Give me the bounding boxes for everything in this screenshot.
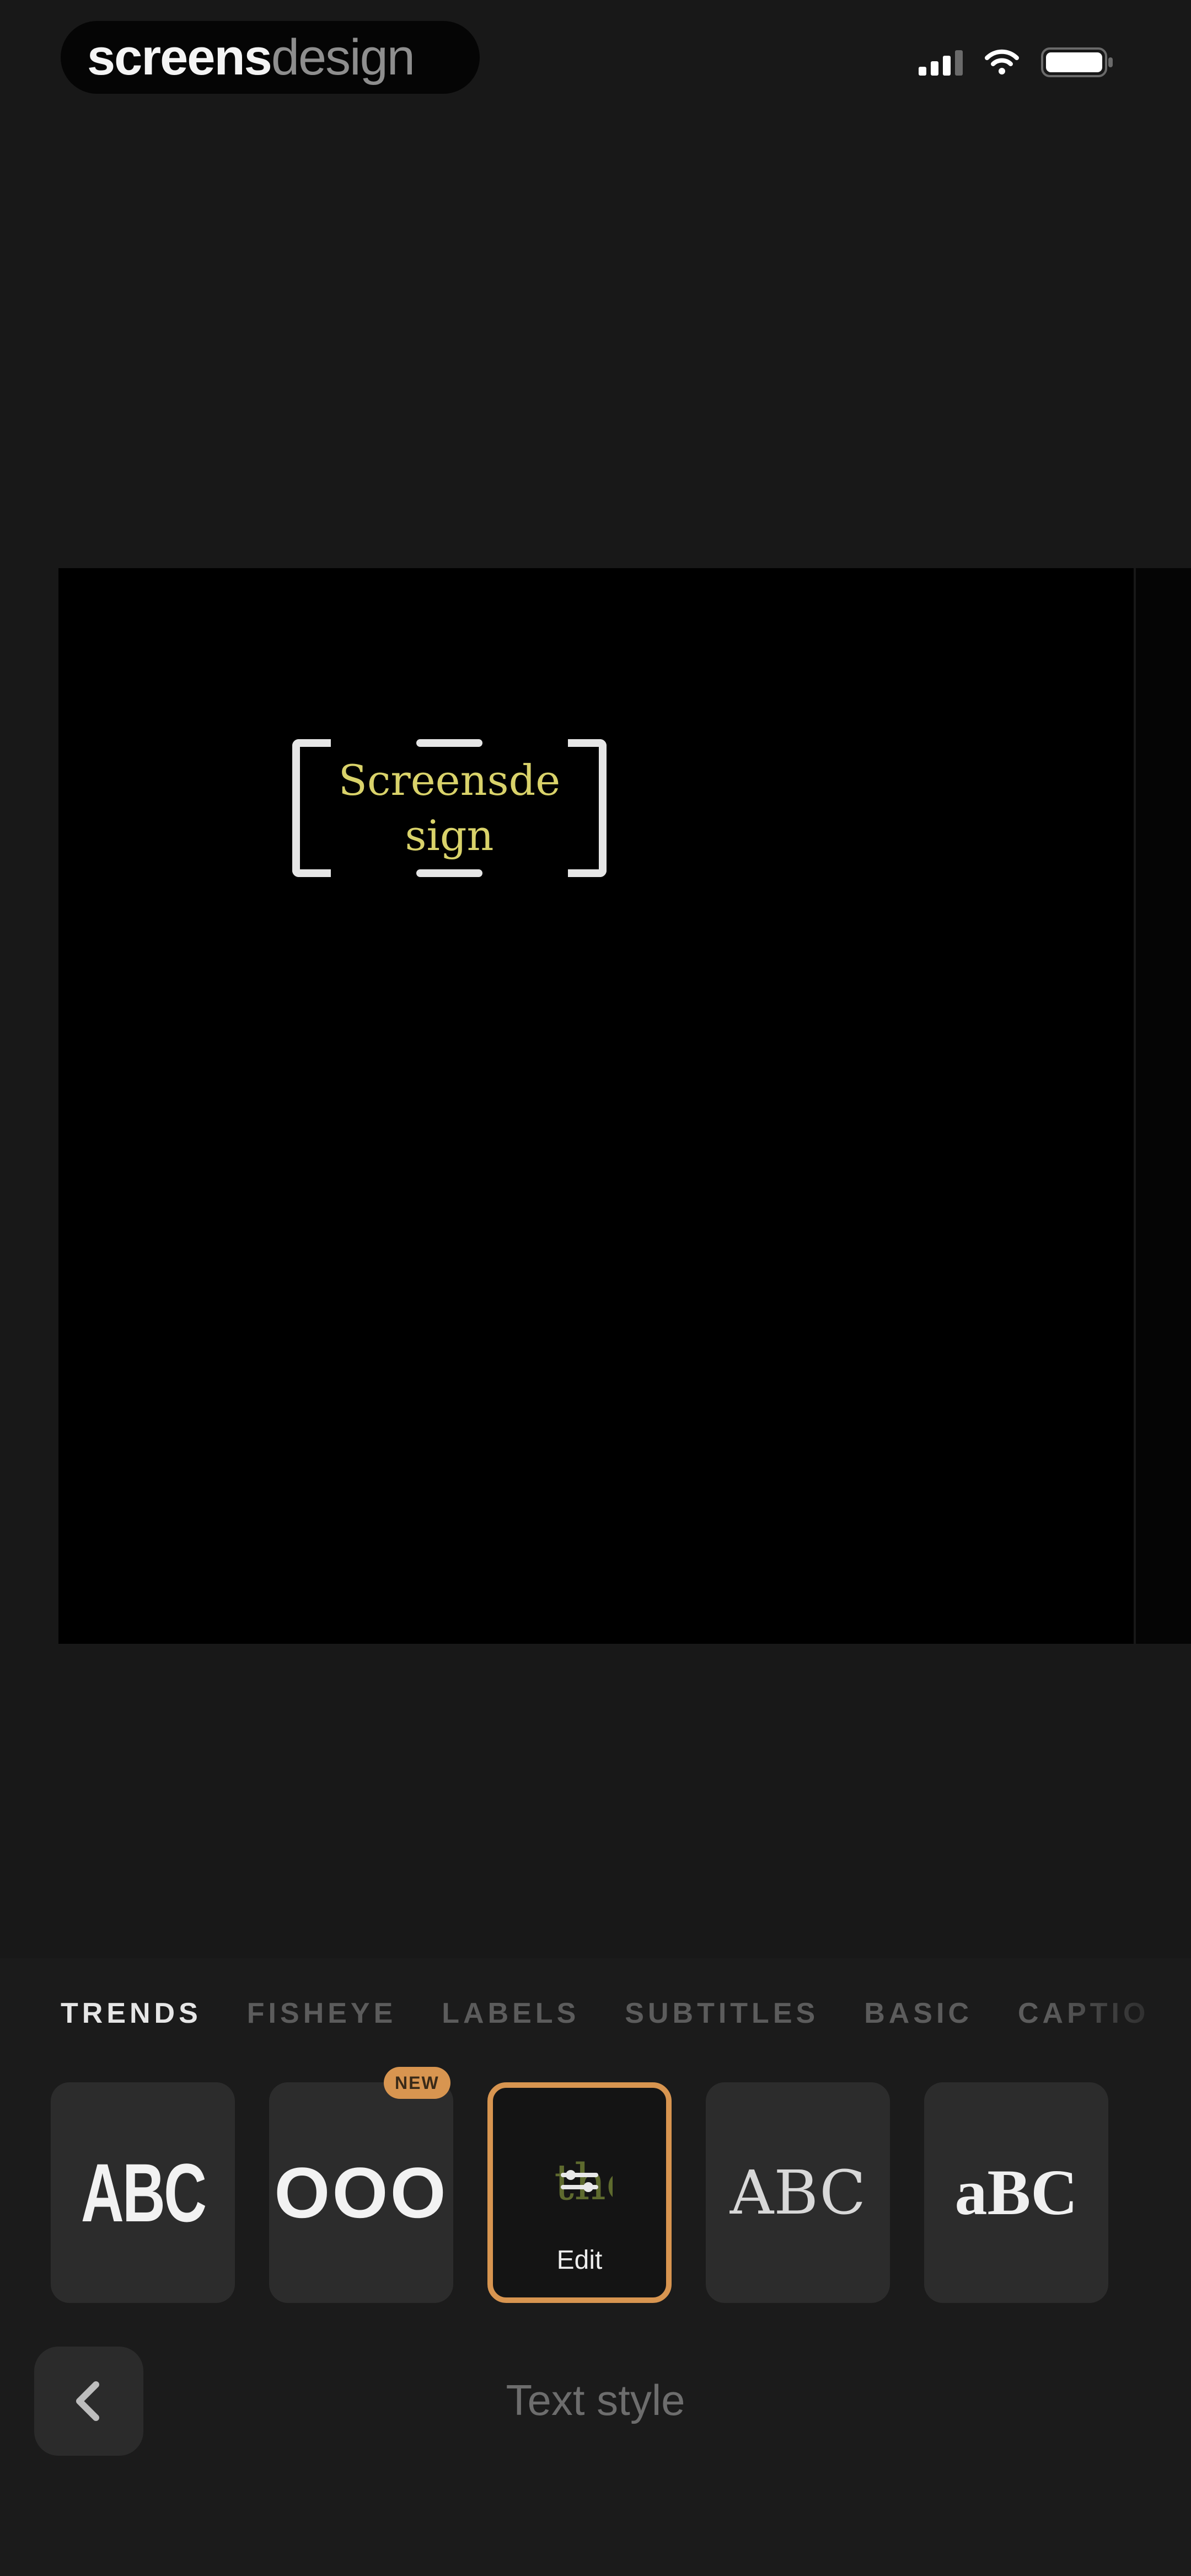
style-card-condensed[interactable]: ABC: [51, 2082, 235, 2303]
video-canvas[interactable]: [58, 568, 1134, 1644]
resize-handle-bottom[interactable]: [416, 869, 482, 877]
style-preview-label: OOO: [274, 2152, 448, 2233]
style-preview-label: ABC: [729, 2157, 866, 2228]
brand-secondary: design: [271, 29, 415, 85]
screen-title: Text style: [506, 2376, 685, 2424]
selection-bracket-right[interactable]: [568, 739, 607, 877]
resize-handle-top[interactable]: [416, 739, 482, 747]
style-card-circles[interactable]: NEW OOO: [269, 2067, 453, 2303]
svg-text:the: the: [554, 2153, 613, 2211]
status-bar: screens design: [0, 0, 1191, 121]
style-preview-label: aBC: [954, 2156, 1078, 2228]
brand-primary: screens: [87, 29, 272, 85]
caption-text-box[interactable]: Screensdesign: [292, 739, 607, 877]
text-style-options: ABC NEW OOO the Edit ABC aBC: [51, 2067, 1108, 2303]
brand-watermark: screens design: [61, 21, 480, 94]
style-category-tabs: TRENDS FISHEYE LABELS SUBTITLES BASIC CA…: [61, 1997, 1149, 2030]
style-card-serif[interactable]: ABC: [706, 2082, 890, 2303]
caption-text: Screensdesign: [338, 756, 561, 860]
tab-fisheye[interactable]: FISHEYE: [247, 1997, 397, 2030]
bottom-bar: Text style: [0, 2339, 1191, 2460]
canvas-next-frame: [1136, 568, 1191, 1644]
status-icons: [919, 47, 1114, 77]
cellular-signal-icon: [919, 49, 963, 76]
wifi-icon: [985, 49, 1019, 76]
selection-bracket-left[interactable]: [292, 739, 331, 877]
edit-label: Edit: [556, 2246, 603, 2275]
edit-sliders-icon: the: [493, 2149, 666, 2217]
style-preview-label: ABC: [81, 2146, 206, 2239]
style-card-bold-serif[interactable]: aBC: [924, 2082, 1108, 2303]
tabs-fade-overlay: [1048, 1986, 1191, 2041]
new-badge: NEW: [384, 2067, 450, 2099]
tab-basic[interactable]: BASIC: [864, 1997, 973, 2030]
tab-labels[interactable]: LABELS: [442, 1997, 580, 2030]
style-card-selected[interactable]: the Edit: [487, 2082, 672, 2303]
tab-trends[interactable]: TRENDS: [61, 1997, 202, 2030]
battery-icon: [1041, 47, 1114, 77]
tab-subtitles[interactable]: SUBTITLES: [625, 1997, 819, 2030]
